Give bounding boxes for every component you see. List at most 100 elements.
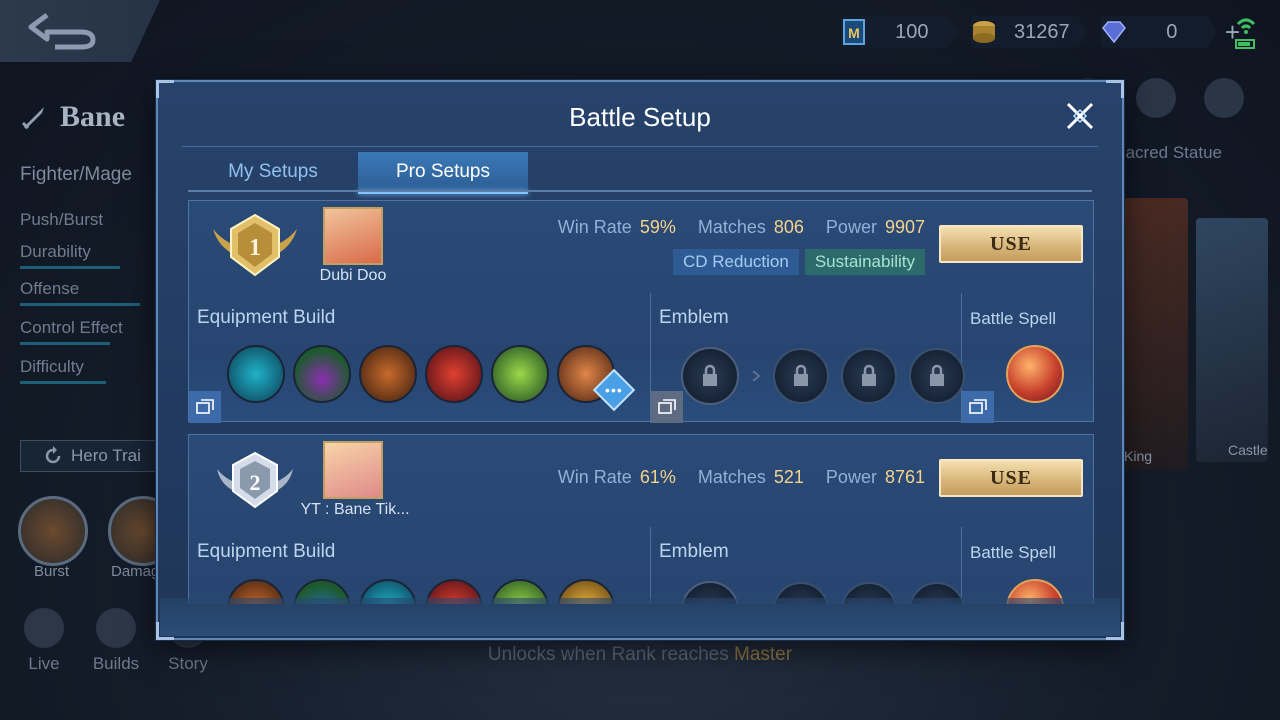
stat-offense: Offense <box>20 279 80 298</box>
matches-stat: Matches 806 <box>698 217 804 238</box>
item-blade-icon[interactable] <box>491 345 549 403</box>
emblem-title: Emblem <box>659 307 729 328</box>
equipment-items <box>227 345 615 403</box>
gold-counter: 31267 <box>970 16 1087 48</box>
item-spear-icon[interactable] <box>425 345 483 403</box>
stat-difficulty: Difficulty <box>20 357 84 376</box>
close-button[interactable] <box>1062 98 1098 134</box>
sword-icon <box>21 107 44 130</box>
copy-equipment-button[interactable] <box>189 391 221 423</box>
win-rate-value: 59% <box>639 217 676 237</box>
battle-spell-icon[interactable] <box>1006 345 1064 403</box>
hero-info-panel: Bane Fighter/Mage Push/Burst Durability … <box>20 100 160 384</box>
unlock-prefix: Unlocks when Rank reaches <box>487 644 734 665</box>
power-label: Power <box>825 467 877 487</box>
setup-header: 1 Dubi Doo Win Rate 59% Matches 806 Power 9… <box>189 201 1093 293</box>
hero-name-row: Bane <box>20 100 160 134</box>
setup-sections: Equipment Build ••• Emblem Battle Spell <box>189 293 1093 423</box>
setup-header: 2 YT : Bane Tik... Win Rate 61% Matches 52… <box>189 435 1093 527</box>
emblem-list <box>681 347 965 405</box>
player-avatar[interactable] <box>323 441 383 499</box>
hero-specialty: Push/Burst <box>20 210 104 229</box>
ticket-icon: M <box>842 19 865 45</box>
copy-spell-button[interactable] <box>962 391 994 423</box>
sacred-statue-tab[interactable]: Sacred Statue <box>1114 143 1222 163</box>
tab-divider <box>188 190 1092 192</box>
hero-train-label: Hero Trai <box>71 446 141 465</box>
gold-coin-icon <box>972 21 995 43</box>
power-value: 8761 <box>884 467 925 487</box>
setup-card: 2 YT : Bane Tik... Win Rate 61% Matches 52… <box>188 434 1094 604</box>
use-button[interactable]: USE <box>939 225 1083 263</box>
corner-ornament <box>1106 80 1124 98</box>
matches-stat: Matches 521 <box>698 467 804 488</box>
win-rate-stat: Win Rate 59% <box>558 217 676 238</box>
spell-title: Battle Spell <box>970 309 1056 328</box>
emblem-talent-1-lock-icon[interactable] <box>773 348 829 404</box>
player-avatar[interactable] <box>323 207 383 265</box>
unlock-note: Unlocks when Rank reaches Master <box>0 644 1280 666</box>
emblem-talent-2-lock-icon[interactable] <box>841 348 897 404</box>
item-bow-icon[interactable] <box>227 345 285 403</box>
setup-list[interactable]: 1 Dubi Doo Win Rate 59% Matches 806 Power 9… <box>188 200 1094 604</box>
item-axe-icon[interactable] <box>359 345 417 403</box>
spell-section: Battle Spell <box>962 527 1093 604</box>
ellipsis-icon: ••• <box>605 382 623 398</box>
copy-emblem-button[interactable] <box>651 391 683 423</box>
screenshot-icon[interactable] <box>1204 78 1244 118</box>
skill-burst-label: Burst <box>34 563 70 580</box>
win-rate-value: 61% <box>639 467 676 487</box>
emblem-section: Emblem <box>651 527 965 604</box>
unlock-rank: Master <box>734 644 793 665</box>
hero-train-button[interactable]: Hero Trai <box>20 440 160 472</box>
ticket-value: 100 <box>895 20 929 43</box>
copy-icon <box>196 399 214 414</box>
diamond-value: 0 <box>1166 20 1178 43</box>
tag-cd-reduction: CD Reduction <box>673 249 799 275</box>
stat-durability-bar <box>20 266 120 269</box>
tab-pro-setups[interactable]: Pro Setups <box>358 152 528 194</box>
equipment-section: Equipment Build ••• <box>189 293 651 423</box>
rank-number: 2 <box>250 470 261 495</box>
live-icon <box>24 608 64 648</box>
matches-value: 521 <box>773 467 804 487</box>
win-rate-label: Win Rate <box>557 217 632 237</box>
setup-card: 1 Dubi Doo Win Rate 59% Matches 806 Power 9… <box>188 200 1094 423</box>
emblem-main-lock-icon[interactable] <box>681 347 739 405</box>
stat-control-bar <box>20 342 110 345</box>
item-boots-icon[interactable] <box>293 345 351 403</box>
power-value: 9907 <box>884 217 925 237</box>
skin-card-castle[interactable] <box>1196 218 1268 462</box>
matches-label: Matches <box>697 467 766 487</box>
sound-icon[interactable] <box>1136 78 1176 118</box>
stat-difficulty-bar <box>20 381 106 384</box>
stat-offense-bar <box>20 303 140 306</box>
hero-name: Bane <box>60 100 126 133</box>
hero-role: Fighter/Mage <box>20 164 132 185</box>
skin-castle-label: Castle <box>1228 442 1268 458</box>
matches-value: 806 <box>773 217 804 237</box>
modal-title: Battle Setup <box>569 102 711 132</box>
chevron-right-icon <box>752 370 761 382</box>
ticket-counter: M 100 <box>840 16 957 48</box>
currency-bar: M 100 31267 0 + <box>840 16 1240 48</box>
power-stat: Power 8761 <box>826 467 925 488</box>
setup-metrics: Win Rate 61% Matches 521 Power 8761 <box>558 467 925 488</box>
wifi-battery-icon <box>1235 18 1256 49</box>
emblem-talent-3-lock-icon[interactable] <box>909 348 965 404</box>
corner-ornament <box>156 80 174 98</box>
use-button[interactable]: USE <box>939 459 1083 497</box>
equipment-title: Equipment Build <box>197 541 336 562</box>
tab-my-setups[interactable]: My Setups <box>188 152 358 192</box>
stat-durability: Durability <box>20 242 91 261</box>
equipment-section: Equipment Build <box>189 527 651 604</box>
win-rate-stat: Win Rate 61% <box>558 467 676 488</box>
back-arrow-icon <box>28 13 96 50</box>
skin-card-king[interactable] <box>1124 198 1188 470</box>
win-rate-label: Win Rate <box>557 467 632 487</box>
skill-burst-icon[interactable] <box>18 496 88 566</box>
gold-value: 31267 <box>1014 20 1070 43</box>
diamond-icon <box>1101 21 1126 44</box>
spell-title: Battle Spell <box>970 543 1056 562</box>
equipment-title: Equipment Build <box>197 307 336 328</box>
